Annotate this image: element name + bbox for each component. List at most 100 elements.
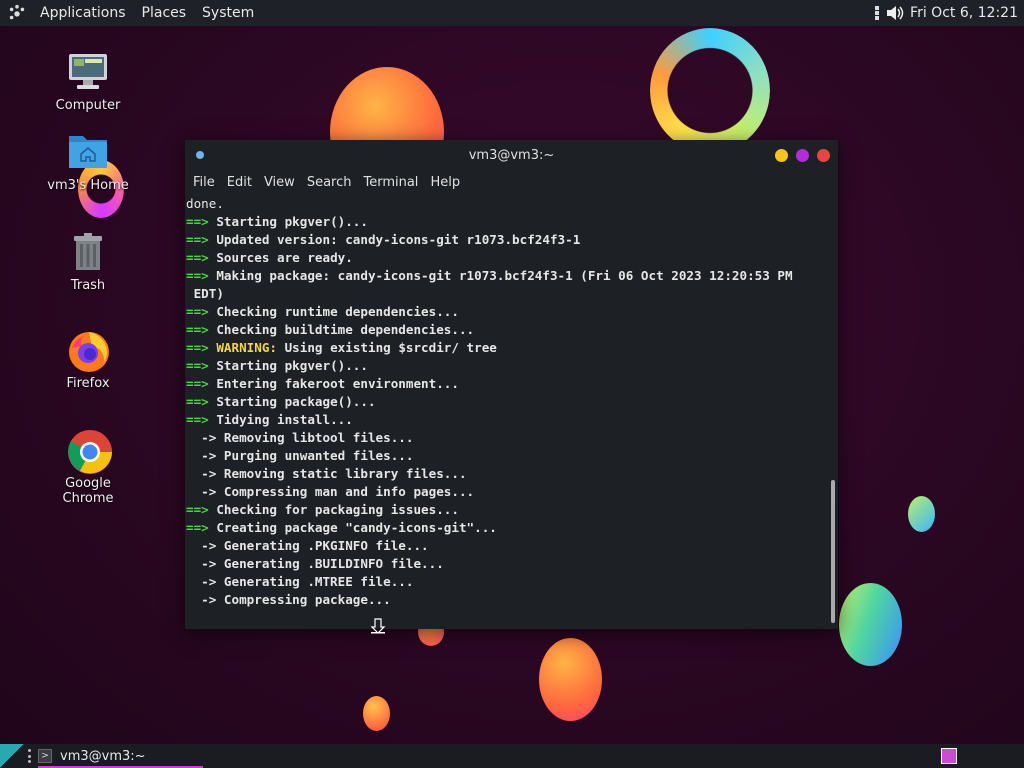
- terminal-line: ==> Checking for packaging issues...: [186, 501, 826, 519]
- line-text: Starting pkgver()...: [208, 214, 368, 229]
- prompt-arrow: ==>: [186, 412, 209, 427]
- prompt-arrow: ==>: [186, 304, 209, 319]
- line-text: -> Removing static library files...: [186, 466, 467, 481]
- cursor-icon: [370, 618, 386, 634]
- menu-file[interactable]: File: [187, 175, 221, 190]
- desktop-icon-label: vm3's Home: [47, 178, 129, 193]
- terminal-line: -> Generating .PKGINFO file...: [186, 537, 826, 555]
- close-button[interactable]: [817, 149, 830, 162]
- terminal-icon: >: [38, 749, 52, 763]
- line-text: Starting pkgver()...: [208, 358, 368, 373]
- line-text: -> Generating .BUILDINFO file...: [186, 556, 444, 571]
- prompt-arrow: ==>: [186, 268, 209, 283]
- top-panel: Applications Places System Fri Oct 6, 12…: [0, 0, 1024, 26]
- menu-terminal[interactable]: Terminal: [357, 175, 424, 190]
- taskbar-item-label: vm3@vm3:~: [60, 748, 146, 764]
- prompt-arrow: ==>: [186, 232, 209, 247]
- prompt-arrow: ==>: [186, 358, 209, 373]
- vertical-dots-icon[interactable]: [874, 5, 880, 21]
- desktop-icon-chrome[interactable]: Google Chrome: [38, 428, 138, 506]
- places-menu[interactable]: Places: [134, 0, 195, 26]
- desktop-icon-label: Computer: [55, 98, 121, 113]
- terminal-line: -> Generating .BUILDINFO file...: [186, 555, 826, 573]
- line-text: -> Compressing man and info pages...: [186, 484, 475, 499]
- window-title: vm3@vm3:~: [468, 147, 555, 163]
- line-text: Entering fakeroot environment...: [208, 376, 459, 391]
- terminal-line: ==> Starting pkgver()...: [186, 213, 826, 231]
- wallpaper-blob: [539, 638, 602, 721]
- line-text: Checking buildtime dependencies...: [208, 322, 475, 337]
- menu-help[interactable]: Help: [424, 175, 466, 190]
- wallpaper-blob: [363, 696, 390, 731]
- desktop-icon-home[interactable]: vm3's Home: [38, 130, 138, 193]
- warning-label: WARNING:: [208, 340, 277, 355]
- minimize-button[interactable]: [775, 149, 788, 162]
- line-text: -> Generating .MTREE file...: [186, 574, 414, 589]
- line-text: Sources are ready.: [208, 250, 353, 265]
- menu-view[interactable]: View: [258, 175, 301, 190]
- chrome-icon: [68, 430, 112, 474]
- terminal-line: ==> Entering fakeroot environment...: [186, 375, 826, 393]
- trash-icon: [74, 233, 102, 270]
- gnome-foot-icon[interactable]: [8, 4, 26, 22]
- prompt-arrow: ==>: [186, 394, 209, 409]
- line-text: Making package: candy-icons-git r1073.bc…: [208, 268, 793, 283]
- terminal-titlebar[interactable]: vm3@vm3:~: [185, 140, 838, 170]
- terminal-line: done.: [186, 195, 826, 213]
- line-text: -> Purging unwanted files...: [186, 448, 414, 463]
- taskbar-item-terminal[interactable]: > vm3@vm3:~: [38, 744, 203, 768]
- terminal-line: ==> WARNING: Using existing $srcdir/ tre…: [186, 339, 826, 357]
- line-text: EDT): [186, 286, 224, 301]
- clock[interactable]: Fri Oct 6, 12:21: [910, 5, 1018, 21]
- home-folder-icon: [69, 136, 107, 168]
- terminal-scrollbar[interactable]: [831, 480, 835, 623]
- volume-icon[interactable]: [886, 5, 904, 21]
- terminal-line: ==> Tidying install...: [186, 411, 826, 429]
- desktop-icon-trash[interactable]: Trash: [38, 230, 138, 293]
- terminal-line: -> Removing static library files...: [186, 465, 826, 483]
- desktop-icon-label: Google Chrome: [62, 476, 114, 506]
- bottom-panel: > vm3@vm3:~: [0, 744, 1024, 768]
- prompt-arrow: ==>: [186, 520, 209, 535]
- terminal-menubar: File Edit View Search Terminal Help: [185, 170, 838, 194]
- prompt-arrow: ==>: [186, 376, 209, 391]
- line-text: Creating package "candy-icons-git"...: [208, 520, 497, 535]
- wallpaper-ring: [650, 28, 770, 153]
- terminal-line: ==> Updated version: candy-icons-git r10…: [186, 231, 826, 249]
- applications-menu[interactable]: Applications: [32, 0, 134, 26]
- terminal-output[interactable]: done. ==> Starting pkgver()... ==> Updated…: [185, 195, 826, 625]
- terminal-line: ==> Sources are ready.: [186, 249, 826, 267]
- line-text: Tidying install...: [208, 412, 353, 427]
- prompt-arrow: ==>: [186, 340, 209, 355]
- maximize-button[interactable]: [796, 149, 809, 162]
- prompt-arrow: ==>: [186, 250, 209, 265]
- terminal-line: EDT): [186, 285, 826, 303]
- system-menu[interactable]: System: [194, 0, 262, 26]
- prompt-arrow: ==>: [186, 502, 209, 517]
- terminal-line: -> Removing libtool files...: [186, 429, 826, 447]
- terminal-line: ==> Making package: candy-icons-git r107…: [186, 267, 826, 285]
- workspace-switcher[interactable]: [941, 748, 957, 764]
- computer-icon: [69, 54, 107, 89]
- wallpaper-blob: [908, 496, 935, 532]
- desktop-icon-label: Trash: [70, 278, 106, 293]
- terminal-line: -> Compressing package...: [186, 591, 826, 609]
- prompt-arrow: ==>: [186, 214, 209, 229]
- terminal-line: -> Compressing man and info pages...: [186, 483, 826, 501]
- menu-search[interactable]: Search: [301, 175, 358, 190]
- terminal-line: ==> Starting pkgver()...: [186, 357, 826, 375]
- line-text: Using existing $srcdir/ tree: [277, 340, 497, 355]
- firefox-icon: [69, 332, 109, 372]
- terminal-line: ==> Creating package "candy-icons-git"..…: [186, 519, 826, 537]
- terminal-line: -> Generating .MTREE file...: [186, 573, 826, 591]
- line-text: Starting package()...: [208, 394, 376, 409]
- show-desktop-button[interactable]: [0, 744, 24, 768]
- terminal-line: -> Purging unwanted files...: [186, 447, 826, 465]
- wallpaper-blob: [839, 583, 902, 666]
- panel-handle-icon[interactable]: [28, 749, 34, 763]
- desktop-icon-computer[interactable]: Computer: [38, 50, 138, 113]
- menu-edit[interactable]: Edit: [221, 175, 258, 190]
- terminal-window[interactable]: vm3@vm3:~ File Edit View Search Terminal…: [185, 140, 838, 629]
- prompt-arrow: ==>: [186, 322, 209, 337]
- desktop-icon-firefox[interactable]: Firefox: [38, 328, 138, 391]
